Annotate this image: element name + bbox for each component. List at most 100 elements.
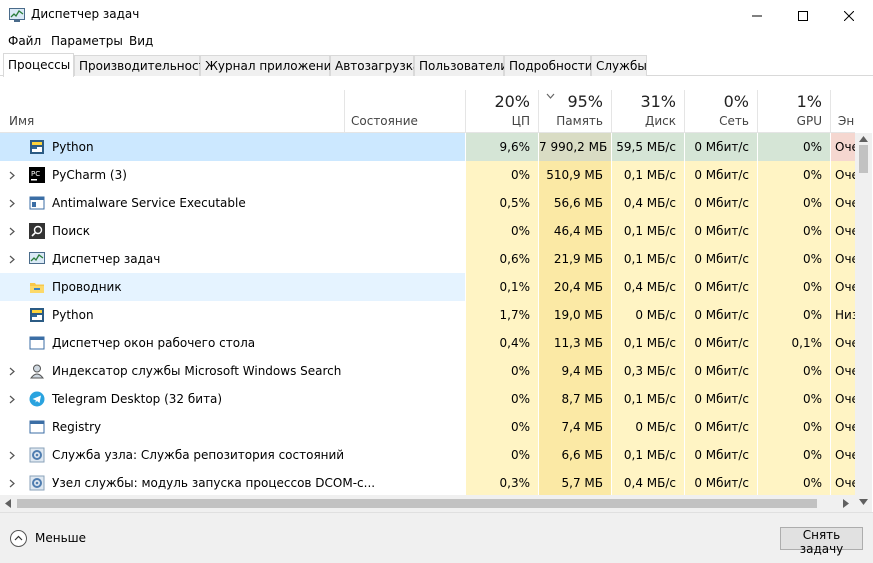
- tab-app-history[interactable]: Журнал приложений: [200, 55, 339, 76]
- memory-cell: 20,4 МБ: [538, 273, 611, 301]
- menu-parameters[interactable]: Параметры: [51, 34, 123, 48]
- cpu-cell: 0,4%: [465, 329, 538, 357]
- tab-details[interactable]: Подробности: [504, 55, 593, 76]
- tab-users[interactable]: Пользователи: [414, 55, 508, 76]
- disk-cell: 0,4 МБ/с: [611, 189, 684, 217]
- gear-icon: [29, 447, 45, 463]
- table-row[interactable]: Диспетчер окон рабочего стола 0,4% 11,3 МБ…: [0, 329, 855, 357]
- energy-cell: Оче: [830, 273, 855, 301]
- table-row[interactable]: Индексатор службы Microsoft Windows Sear…: [0, 357, 855, 385]
- tab-startup[interactable]: Автозагрузка: [330, 55, 420, 76]
- memory-total-percent: 95%: [567, 92, 603, 111]
- energy-cell: Оче: [830, 385, 855, 413]
- process-name: Registry: [52, 420, 102, 434]
- window-icon: [29, 420, 45, 434]
- network-cell: 0 Мбит/с: [684, 441, 757, 469]
- memory-cell: 7 990,2 МБ: [538, 133, 611, 161]
- chevron-right-icon[interactable]: [9, 255, 15, 264]
- menu-file[interactable]: Файл: [8, 34, 41, 48]
- process-name: Узел службы: модуль запуска процессов DC…: [52, 476, 376, 490]
- table-row[interactable]: Telegram Desktop (32 бита) 0% 8,7 МБ 0,1 МБ…: [0, 385, 855, 413]
- close-button[interactable]: [826, 0, 872, 31]
- network-cell: 0 Мбит/с: [684, 189, 757, 217]
- memory-label: Память: [556, 114, 603, 128]
- column-header-energy[interactable]: Энерг: [830, 90, 855, 133]
- memory-cell: 7,4 МБ: [538, 413, 611, 441]
- maximize-button[interactable]: [780, 0, 826, 31]
- column-header-state[interactable]: Состояние: [344, 90, 465, 133]
- minimize-icon: [752, 15, 762, 16]
- memory-cell: 56,6 МБ: [538, 189, 611, 217]
- process-name: PyCharm (3): [52, 168, 127, 182]
- memory-cell: 21,9 МБ: [538, 245, 611, 273]
- table-row[interactable]: Проводник 0,1% 20,4 МБ 0,4 МБ/с 0 Мбит/с 0% Оч…: [0, 273, 855, 301]
- fewer-details-link[interactable]: Меньше: [35, 531, 86, 545]
- chevron-right-icon[interactable]: [9, 171, 15, 180]
- menu-bar: Файл Параметры Вид: [0, 31, 873, 51]
- energy-cell: Оче: [830, 217, 855, 245]
- column-header-state-label: Состояние: [351, 114, 418, 128]
- energy-cell: Оче: [830, 357, 855, 385]
- minimize-button[interactable]: [734, 0, 780, 31]
- vertical-scrollbar[interactable]: [855, 133, 872, 495]
- column-header-network[interactable]: 0% Сеть: [684, 90, 757, 133]
- task-manager-app-icon: [9, 8, 25, 22]
- process-name: Telegram Desktop (32 бита): [52, 392, 223, 406]
- horizontal-scrollbar[interactable]: [0, 495, 855, 512]
- fewer-details-button[interactable]: [10, 530, 27, 547]
- disk-cell: 0,1 МБ/с: [611, 217, 684, 245]
- menu-view[interactable]: Вид: [129, 34, 153, 48]
- table-row[interactable]: PC PyCharm (3) 0% 510,9 МБ 0,1 МБ/с 0 Мбит/с 0…: [0, 161, 855, 189]
- tab-services[interactable]: Службы: [591, 55, 647, 76]
- sort-descending-icon: [546, 93, 555, 99]
- process-name: Python: [52, 308, 94, 322]
- table-row[interactable]: Диспетчер задач 0,6% 21,9 МБ 0,1 МБ/с 0 Мбит…: [0, 245, 855, 273]
- table-row[interactable]: Antimalware Service Executable 0,5% 56,6 М…: [0, 189, 855, 217]
- table-row[interactable]: Узел службы: модуль запуска процессов DC…: [0, 469, 855, 495]
- column-header-disk[interactable]: 31% Диск: [611, 90, 684, 133]
- chevron-right-icon[interactable]: [9, 227, 15, 236]
- network-cell: 0 Мбит/с: [684, 161, 757, 189]
- column-header-gpu[interactable]: 1% GPU: [757, 90, 830, 133]
- title-bar[interactable]: Диспетчер задач: [0, 0, 873, 31]
- gpu-cell: 0%: [757, 301, 830, 329]
- process-name: Python: [52, 140, 94, 154]
- gpu-cell: 0%: [757, 273, 830, 301]
- scroll-up-icon[interactable]: [859, 136, 868, 142]
- chevron-right-icon[interactable]: [9, 395, 15, 404]
- chevron-up-icon: [14, 535, 23, 541]
- process-table: Имя Состояние 20% ЦП 95% Память 31% Диск…: [0, 76, 855, 495]
- table-header: Имя Состояние 20% ЦП 95% Память 31% Диск…: [0, 76, 855, 133]
- table-row[interactable]: Поиск0%46,4 МБ0,1 МБ/с0 Мбит/с0%Оче: [0, 217, 855, 245]
- pycharm-icon: PC: [29, 167, 45, 183]
- tab-performance[interactable]: Производительность: [74, 55, 213, 76]
- end-task-button[interactable]: Снять задачу: [780, 527, 863, 556]
- energy-cell: Оче: [830, 469, 855, 495]
- python-icon: [30, 308, 44, 322]
- scroll-right-icon[interactable]: [843, 499, 849, 508]
- gpu-label: GPU: [796, 114, 822, 128]
- chevron-right-icon[interactable]: [9, 367, 15, 376]
- disk-cell: 0,1 МБ/с: [611, 441, 684, 469]
- table-row[interactable]: Registry0%7,4 МБ0 МБ/с0 Мбит/с0%Оче: [0, 413, 855, 441]
- process-name: Служба узла: Служба репозитория состояни…: [52, 448, 345, 462]
- column-header-cpu[interactable]: 20% ЦП: [465, 90, 538, 133]
- column-header-name[interactable]: Имя: [9, 114, 34, 128]
- table-row[interactable]: Python 9,6% 7 990,2 МБ 59,5 МБ/с 0 Мбит/с 0% О…: [0, 133, 855, 161]
- tab-bar: Процессы Производительность Журнал прило…: [0, 53, 873, 77]
- network-cell: 0 Мбит/с: [684, 301, 757, 329]
- table-row[interactable]: Служба узла: Служба репозитория состояни…: [0, 441, 855, 469]
- chevron-right-icon[interactable]: [9, 479, 15, 488]
- chevron-right-icon[interactable]: [9, 199, 15, 208]
- scroll-down-icon[interactable]: [859, 499, 868, 505]
- horizontal-scroll-thumb[interactable]: [17, 499, 817, 508]
- scroll-left-icon[interactable]: [5, 499, 11, 508]
- tab-processes[interactable]: Процессы: [3, 53, 74, 77]
- gpu-cell: 0%: [757, 217, 830, 245]
- network-cell: 0 Мбит/с: [684, 413, 757, 441]
- vertical-scroll-thumb[interactable]: [859, 145, 868, 173]
- cpu-cell: 0,3%: [465, 469, 538, 495]
- chevron-right-icon[interactable]: [9, 451, 15, 460]
- python-icon: [30, 140, 44, 154]
- table-row[interactable]: Python 1,7%19,0 МБ0 МБ/с0 Мбит/с0%Низ: [0, 301, 855, 329]
